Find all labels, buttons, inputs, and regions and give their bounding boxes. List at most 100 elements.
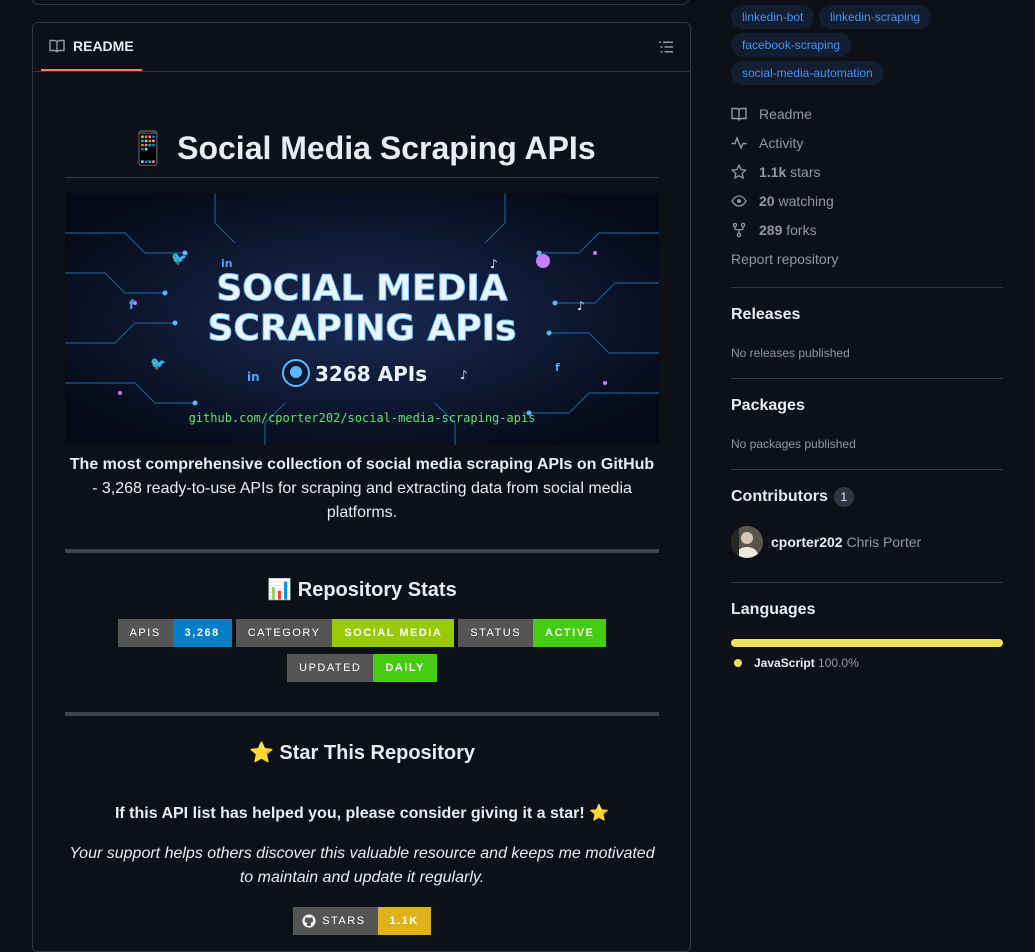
sidebar-divider [731,582,1003,583]
section-divider [65,549,659,553]
banner-line1: SOCIAL MEDIA [216,268,507,309]
svg-text:♪: ♪ [460,368,468,382]
chart-emoji: 📊 [267,579,293,601]
contributor-name: Chris Porter [846,534,922,550]
badge-stars-left: STARS [293,907,378,935]
svg-text:🐦: 🐦 [150,357,166,372]
report-repository-link[interactable]: Report repository [731,251,838,267]
book-icon [49,38,65,54]
badge-category[interactable]: CATEGORY SOCIAL MEDIA [235,619,455,647]
badge-status[interactable]: STATUS ACTIVE [458,619,607,647]
fork-icon [731,222,747,238]
outline-toggle-icon[interactable] [658,39,674,55]
packages-empty: No packages published [731,437,856,451]
forks-count: 289 [759,222,783,238]
language-dot [734,659,742,667]
previous-section-box [32,0,689,5]
svg-text:🐦: 🐦 [171,252,187,267]
forks-link[interactable]: 289 forks [731,222,817,238]
readme-link[interactable]: Readme [731,106,812,122]
star-ask: If this API list has helped you, please … [114,805,610,822]
activity-link-label: Activity [759,135,804,151]
badge-value: ACTIVE [533,619,607,647]
badge-label: STATUS [458,619,534,647]
contributor-row[interactable]: cporter202 Chris Porter [731,526,921,558]
language-percent: 100.0% [818,656,859,670]
banner-line2: SCRAPING APIs [208,308,517,349]
badge-updated[interactable]: UPDATED DAILY [287,654,437,682]
sidebar-divider [731,469,1003,470]
badge-value: 1.1K [377,907,431,935]
star-icon [731,164,747,180]
tagline: The most comprehensive collection of soc… [65,453,659,525]
badge-label: CATEGORY [235,619,333,647]
activity-link[interactable]: Activity [731,135,803,151]
badge-stars[interactable]: STARS 1.1K [293,907,431,935]
watching-link[interactable]: 20 watching [731,193,834,209]
badge-label: STARS [322,915,366,927]
topic-linkedin-scraping[interactable]: linkedin-scraping [819,5,932,29]
tagline-bold: The most comprehensive collection of soc… [69,456,655,473]
readme-panel: README 📱 Social Media Scraping APIs 🐦 in… [32,22,691,952]
readme-header: README [33,23,690,72]
star-heading: ⭐ Star This Repository [65,740,659,765]
releases-empty: No releases published [731,346,850,360]
pulse-icon [731,135,747,151]
avatar[interactable] [731,526,763,558]
stats-heading-text: Repository Stats [297,579,457,601]
star-heading-text: Star This Repository [279,742,476,764]
badge-label: UPDATED [287,654,374,682]
svg-text:f: f [555,361,560,374]
releases-heading[interactable]: Releases [731,306,800,324]
tagline-rest: - 3,268 ready-to-use APIs for scraping a… [92,480,632,521]
tab-readme-label: README [73,38,134,54]
forks-label: forks [786,222,817,238]
stars-badge-row: STARS 1.1K [65,907,659,935]
sidebar-divider [731,378,1003,379]
topic-facebook-scraping[interactable]: facebook-scraping [731,33,852,57]
title-text: Social Media Scraping APIs [177,130,596,166]
readme-link-label: Readme [759,106,812,122]
svg-text:f: f [129,298,135,312]
banner-url: github.com/cporter202/social-media-scrap… [189,411,536,425]
banner-image[interactable]: 🐦 in f 🐦 in f ♪ ♪ ♪ SOCIAL MEDIA SCRAPING API… [65,193,659,445]
watching-count: 20 [759,193,775,209]
badges-row-2: UPDATED DAILY [65,654,659,682]
sidebar-divider [731,287,1003,288]
stars-link[interactable]: 1.1k stars [731,164,820,180]
github-icon [302,914,316,928]
topic-linkedin-bot[interactable]: linkedin-bot [731,5,815,29]
support-text: Your support helps others discover this … [69,845,655,886]
tab-readme[interactable]: README [41,23,142,71]
badge-value: SOCIAL MEDIA [332,619,455,647]
watching-label: watching [778,193,834,209]
badge-label: APIS [117,619,173,647]
packages-heading[interactable]: Packages [731,397,805,415]
stats-heading: 📊 Repository Stats [65,577,659,602]
badges-row-1: APIS 3,268 CATEGORY SOCIAL MEDIA STATUS … [65,619,659,647]
contributors-heading[interactable]: Contributors 1 [731,487,854,507]
topic-social-media-automation[interactable]: social-media-automation [731,61,884,85]
badge-value: 3,268 [172,619,232,647]
book-icon [731,106,747,122]
language-item-javascript[interactable]: JavaScript 100.0% [734,656,859,670]
eye-icon [731,193,747,209]
banner-count: 3268 APIs [315,362,427,386]
page-title: 📱 Social Media Scraping APIs [65,129,659,167]
contributors-count: 1 [833,487,854,507]
phone-emoji: 📱 [128,130,169,166]
title-divider [65,177,659,178]
languages-heading: Languages [731,601,816,618]
badge-apis[interactable]: APIS 3,268 [117,619,232,647]
contributors-heading-text: Contributors [731,488,828,506]
language-name: JavaScript [754,656,815,670]
stars-label: stars [790,164,821,180]
svg-text:in: in [247,370,260,384]
star-emoji: ⭐ [248,742,274,764]
language-bar-javascript [731,639,1003,647]
contributor-login: cporter202 [771,534,843,550]
section-divider [65,712,659,716]
svg-text:♪: ♪ [577,299,585,313]
badge-value: DAILY [373,654,437,682]
stars-count: 1.1k [759,164,787,180]
